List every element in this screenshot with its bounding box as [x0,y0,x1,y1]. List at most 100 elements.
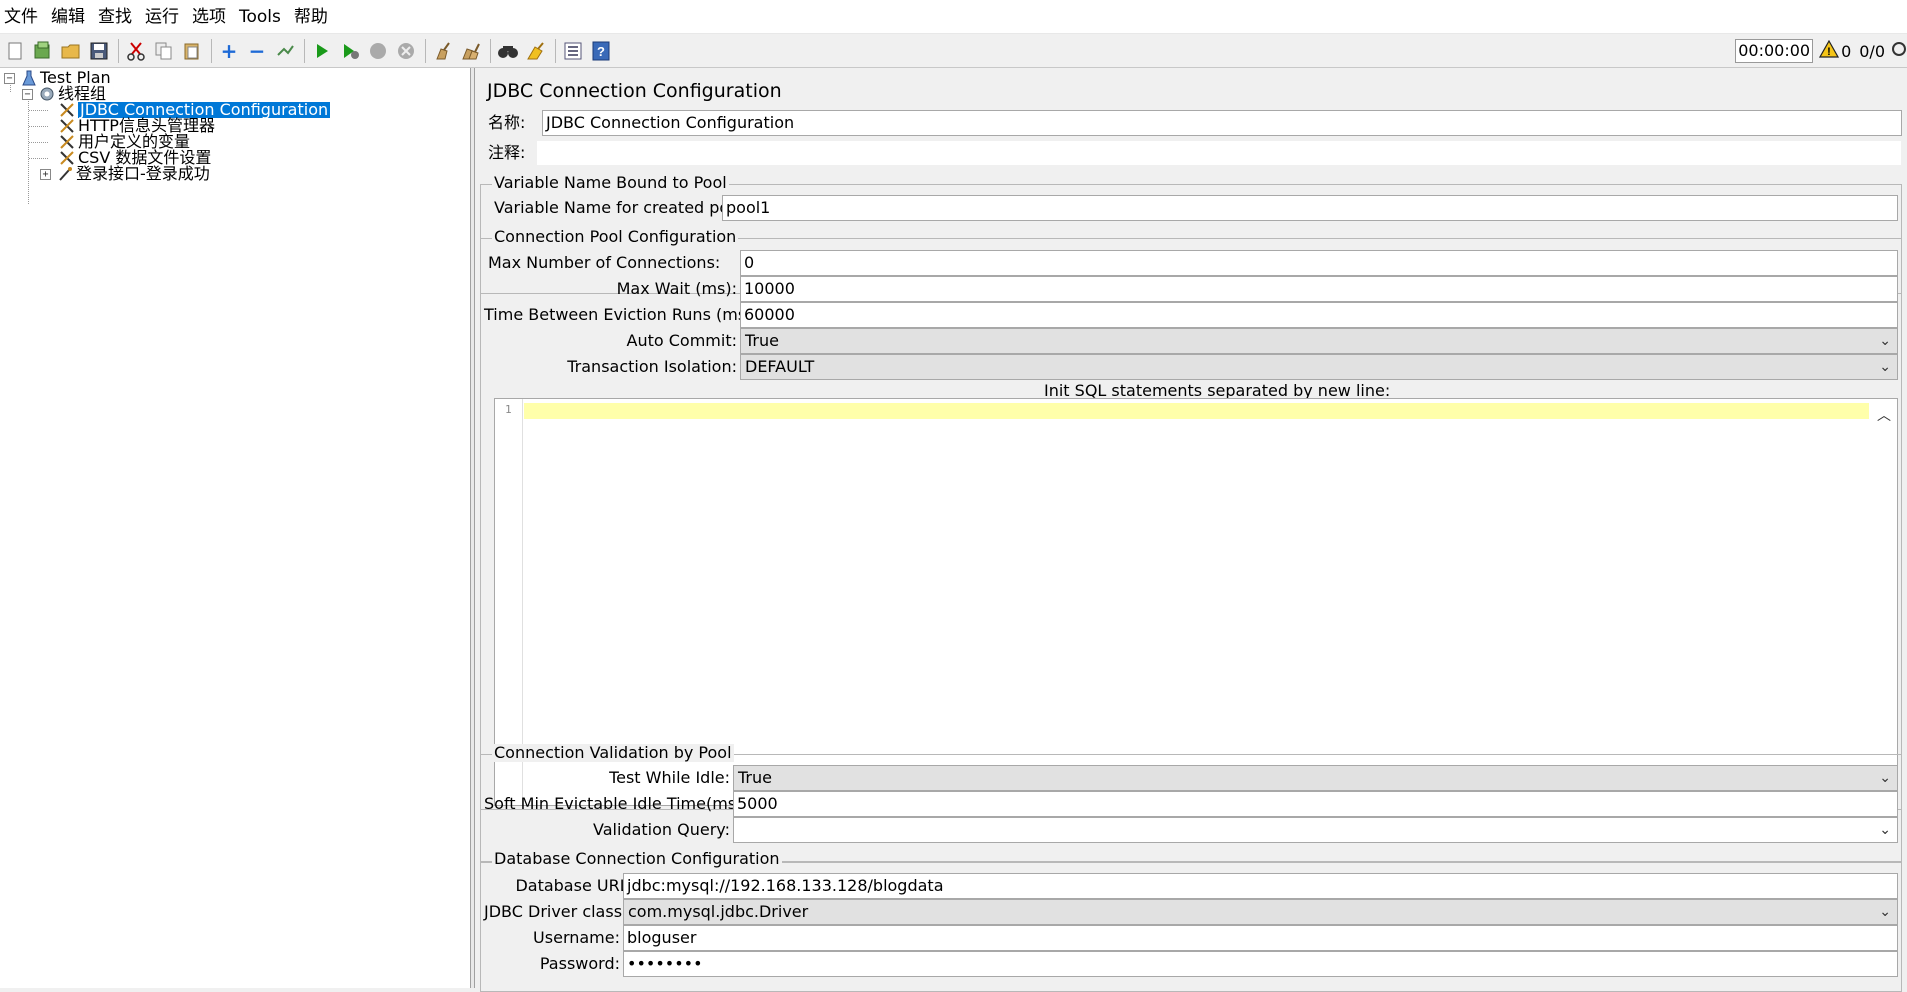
menu-edit[interactable]: 编辑 [51,0,85,34]
toolbar: + − ? 00:00:00 ! 0 0/0 [0,34,1907,68]
soft-min-label: Soft Min Evictable Idle Time(ms): [484,794,748,813]
collapse-icon[interactable]: − [246,39,268,63]
status-indicator-icon [1891,40,1907,62]
scroll-up-icon[interactable]: ︿ [1871,405,1897,427]
shutdown-icon[interactable] [395,40,417,62]
password-input[interactable]: •••••••• [623,951,1898,977]
elapsed-time: 00:00:00 [1735,39,1814,63]
toolbar-status: 00:00:00 ! 0 0/0 [1735,38,1907,64]
paste-icon[interactable] [181,40,203,62]
split-divider[interactable] [471,68,475,988]
config-panel: JDBC Connection Configuration 名称: JDBC C… [476,68,1907,992]
open-icon[interactable] [60,40,82,62]
templates-icon[interactable] [32,40,54,62]
menu-options[interactable]: 选项 [192,0,226,34]
var-name-label: Variable Name for created pool: [494,198,749,217]
warning-icon[interactable]: ! [1819,39,1840,62]
toggle-icon[interactable] [274,40,296,62]
tree-node-login-sampler[interactable]: + 登录接口-登录成功 [40,166,210,182]
tree-label: 登录接口-登录成功 [76,164,210,183]
test-plan-tree: − Test Plan − 线程组 JDBC Connection Config… [0,68,471,988]
search-icon[interactable] [497,40,519,62]
error-count: 0 [1841,41,1852,61]
start-icon[interactable] [311,40,333,62]
line-number: 1 [505,403,512,416]
function-helper-icon[interactable] [562,40,584,62]
current-line-highlight [524,403,1869,419]
menu-file[interactable]: 文件 [4,0,38,34]
soft-min-input[interactable]: 5000 [733,791,1898,817]
clear-all-icon[interactable] [460,40,482,62]
chevron-down-icon: ⌄ [1879,359,1891,375]
max-wait-input[interactable]: 10000 [740,276,1898,302]
svg-text:!: ! [1827,46,1831,58]
test-idle-label: Test While Idle: [609,768,730,787]
expand-icon[interactable]: + [218,39,240,63]
username-input[interactable]: bloguser [623,925,1898,951]
tree-collapse-toggle[interactable]: − [4,72,15,84]
gear-icon [38,86,56,102]
svg-text:?: ? [597,44,605,59]
menu-run[interactable]: 运行 [145,0,179,34]
db-group-title: Database Connection Configuration [492,849,782,868]
max-wait-label: Max Wait (ms): [616,279,737,298]
driver-select[interactable]: com.mysql.jdbc.Driver ⌄ [623,899,1898,925]
max-conn-input[interactable]: 0 [740,250,1898,276]
eviction-label: Time Between Eviction Runs (ms): [484,305,758,324]
cut-icon[interactable] [125,40,147,62]
reset-search-icon[interactable] [525,40,547,62]
comment-input[interactable] [536,140,1902,166]
menu-help[interactable]: 帮助 [294,0,328,34]
isolation-select[interactable]: DEFAULT ⌄ [740,354,1898,380]
config-wrench-icon [58,118,76,134]
driver-value: com.mysql.jdbc.Driver [628,902,809,921]
test-idle-value: True [738,768,772,787]
pool-group-title: Connection Pool Configuration [492,227,739,246]
clear-icon[interactable] [432,40,454,62]
name-input[interactable]: JDBC Connection Configuration [542,110,1902,136]
eviction-input[interactable]: 60000 [740,302,1898,328]
tree-collapse-toggle[interactable]: − [22,88,33,100]
chevron-down-icon: ⌄ [1879,822,1891,838]
pipette-icon [56,166,74,182]
db-url-label: Database URL: [515,876,634,895]
max-conn-label: Max Number of Connections: [488,253,721,272]
isolation-value: DEFAULT [745,357,815,376]
chevron-down-icon: ⌄ [1879,333,1891,349]
help-icon[interactable]: ? [590,40,612,62]
username-label: Username: [533,928,620,947]
validation-query-select[interactable]: ⌄ [733,817,1898,843]
auto-commit-label: Auto Commit: [626,331,737,350]
new-icon[interactable] [4,40,26,62]
comment-label: 注释: [488,143,526,162]
auto-commit-select[interactable]: True ⌄ [740,328,1898,354]
isolation-label: Transaction Isolation: [567,357,737,376]
tree-expand-toggle[interactable]: + [40,168,51,180]
menu-bar: 文件 编辑 查找 运行 选项 Tools 帮助 [0,0,1907,34]
chevron-down-icon: ⌄ [1879,904,1891,920]
start-no-pause-icon[interactable] [339,40,361,62]
copy-icon[interactable] [153,40,175,62]
flask-icon [20,70,38,86]
menu-search[interactable]: 查找 [98,0,132,34]
active-threads: 0/0 [1859,41,1885,61]
menu-tools[interactable]: Tools [239,0,281,34]
config-wrench-icon [58,102,76,118]
config-wrench-icon [58,150,76,166]
config-wrench-icon [58,134,76,150]
var-name-input[interactable]: pool1 [722,195,1898,221]
var-group-title: Variable Name Bound to Pool [492,173,729,192]
validation-query-label: Validation Query: [593,820,730,839]
stop-icon[interactable] [367,40,389,62]
auto-commit-value: True [745,331,779,350]
page-title: JDBC Connection Configuration [487,80,782,102]
save-icon[interactable] [88,40,110,62]
name-label: 名称: [488,113,526,132]
test-idle-select[interactable]: True ⌄ [733,765,1898,791]
db-url-input[interactable]: jdbc:mysql://192.168.133.128/blogdata [623,873,1898,899]
chevron-down-icon: ⌄ [1879,770,1891,786]
validation-group-title: Connection Validation by Pool [492,743,734,762]
editor-scrollbar[interactable]: ︿ ﹀ [1871,399,1897,805]
password-label: Password: [539,954,620,973]
driver-label: JDBC Driver class: [484,902,628,921]
